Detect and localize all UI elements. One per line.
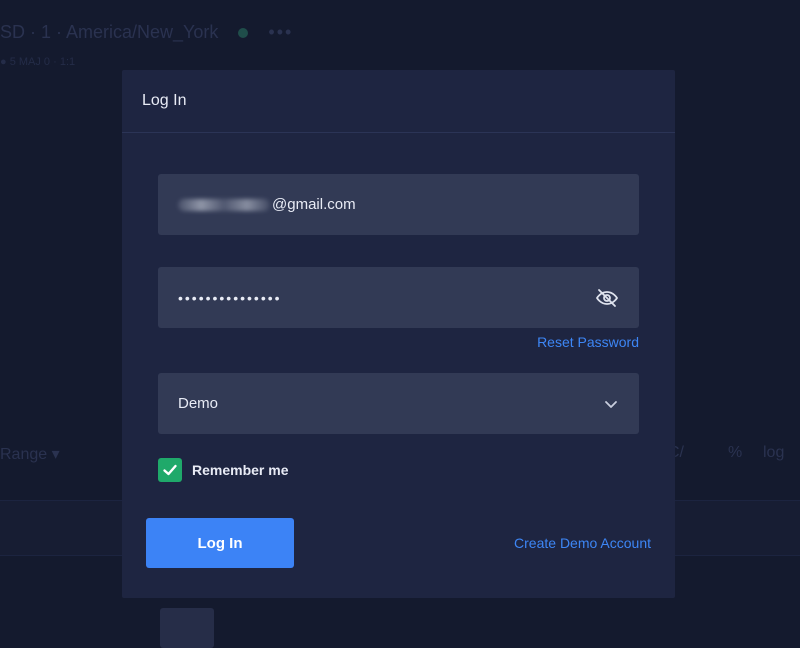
bg-item-3: log: [763, 444, 785, 461]
range-dropdown: Range ▾: [0, 446, 60, 463]
account-type-value: Demo: [178, 395, 219, 412]
more-icon: •••: [268, 22, 294, 42]
eye-off-icon[interactable]: [595, 286, 619, 310]
email-field[interactable]: @gmail.com: [158, 174, 639, 235]
email-suffix: @gmail.com: [272, 196, 356, 213]
symbol-header: SD · 1 · America/New_York •••: [0, 22, 293, 43]
create-demo-account-link[interactable]: Create Demo Account: [514, 535, 651, 551]
modal-title: Log In: [142, 92, 187, 109]
remember-me-checkbox[interactable]: [158, 458, 182, 482]
status-dot: [238, 28, 249, 39]
email-value: @gmail.com: [158, 196, 639, 213]
remember-me-label: Remember me: [192, 462, 289, 478]
login-button[interactable]: Log In: [146, 518, 294, 568]
login-modal: Log In @gmail.com ••••••••••••••• Reset …: [122, 70, 675, 598]
symbol-title: SD · 1 · America/New_York: [0, 22, 219, 42]
bg-item-2: %: [728, 444, 743, 461]
redacted-email-prefix: [178, 199, 270, 212]
symbol-subtext: ● 5 MAJ 0 · 1:1: [0, 56, 76, 68]
account-type-select[interactable]: Demo: [158, 373, 639, 434]
password-field[interactable]: •••••••••••••••: [158, 267, 639, 328]
reset-password-link[interactable]: Reset Password: [537, 334, 639, 350]
password-value: •••••••••••••••: [178, 289, 282, 306]
modal-header: Log In: [122, 70, 675, 133]
chevron-down-icon: [605, 400, 617, 408]
check-icon: [163, 464, 177, 476]
document-icon: [160, 608, 214, 648]
remember-me-row: Remember me: [158, 458, 289, 482]
